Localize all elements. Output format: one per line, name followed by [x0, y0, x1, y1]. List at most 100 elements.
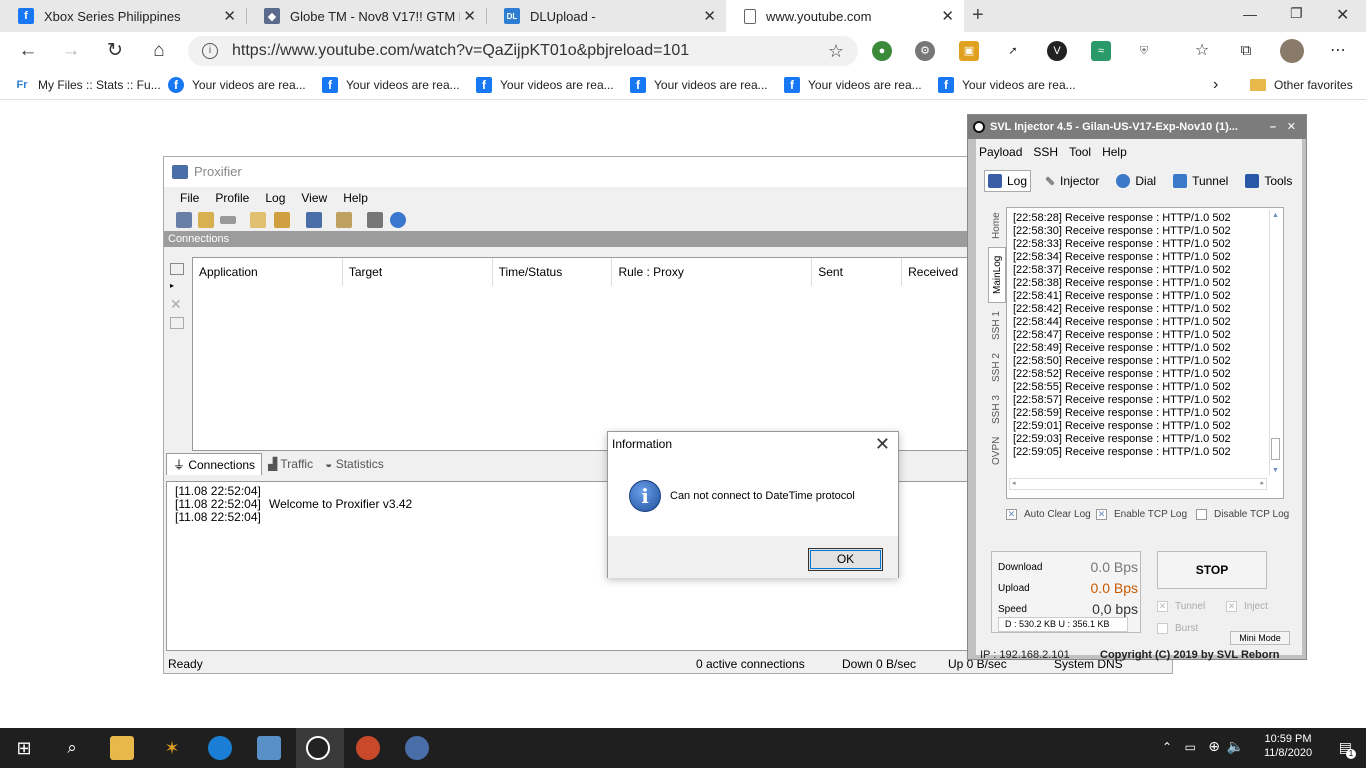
extension-gear-icon[interactable]: ⚙ — [915, 41, 935, 61]
tab-connections[interactable]: ⏚ Connections — [166, 453, 263, 475]
tab-log[interactable]: Log — [984, 170, 1032, 192]
favorite-star-icon[interactable]: ☆ — [828, 36, 844, 66]
minimize-button[interactable]: – — [1270, 115, 1276, 139]
favorites-icon[interactable]: ☆ — [1192, 41, 1212, 61]
vtab-mainlog[interactable]: MainLog — [988, 247, 1006, 303]
tab-tunnel[interactable]: Tunnel — [1170, 170, 1231, 192]
close-connection-icon[interactable]: ✕ — [170, 296, 188, 313]
url-field[interactable]: i https://www.youtube.com/watch?v=QaZijp… — [188, 36, 858, 66]
open-profile-icon[interactable] — [274, 212, 290, 228]
close-icon[interactable]: ✕ — [875, 432, 890, 456]
back-button[interactable]: ← — [17, 40, 39, 62]
list-icon[interactable] — [170, 263, 184, 275]
svl-log-panel[interactable]: [22:58:28] Receive response : HTTP/1.0 5… — [1006, 207, 1284, 499]
inject-checkbox[interactable]: ✕ Inject — [1226, 601, 1268, 612]
extension-tool-icon[interactable]: ▣ — [959, 41, 979, 61]
bookmark-item[interactable]: Fr My Files :: Stats :: Fu... — [14, 75, 161, 95]
proxifier-taskbar-icon[interactable] — [405, 736, 429, 760]
scroll-thumb[interactable] — [1271, 438, 1280, 460]
name-resolution-icon[interactable] — [220, 216, 236, 224]
refresh-button[interactable]: ↻ — [104, 40, 126, 62]
vtab-ssh1[interactable]: SSH 1 — [988, 307, 1006, 345]
vtab-ssh3[interactable]: SSH 3 — [988, 391, 1006, 429]
tab-injector[interactable]: Injector — [1042, 170, 1102, 192]
windows-start-icon[interactable]: ⊞ — [12, 736, 36, 760]
bookmark-item[interactable]: f Your videos are rea... — [168, 75, 306, 95]
tab-dlupload[interactable]: DL DLUpload - ✕ — [486, 0, 726, 32]
column-time-status[interactable]: Time/Status — [493, 258, 613, 286]
proxy-servers-icon[interactable] — [176, 212, 192, 228]
chevron-right-icon[interactable]: › — [1213, 75, 1218, 95]
extension-wave-icon[interactable]: ≈ — [1091, 41, 1111, 61]
app-window-icon[interactable] — [257, 736, 281, 760]
horizontal-scrollbar[interactable]: ◂ ▸ — [1009, 478, 1267, 490]
column-sent[interactable]: Sent — [812, 258, 903, 286]
minimize-button[interactable]: — — [1243, 6, 1257, 22]
ok-button[interactable]: OK — [808, 548, 883, 571]
extension-globe-icon[interactable]: ● — [872, 41, 892, 61]
bookmark-item[interactable]: f Your videos are rea... — [476, 75, 614, 95]
menu-tool[interactable]: Tool — [1069, 145, 1091, 159]
svl-injector-taskbar-icon[interactable] — [306, 736, 330, 760]
arrow-icon[interactable]: ▸ — [170, 281, 188, 290]
restore-button[interactable]: ❐ — [1290, 5, 1303, 22]
chevron-up-icon[interactable]: ⌃ — [1162, 740, 1172, 754]
menu-log[interactable]: Log — [265, 191, 285, 205]
help-icon[interactable] — [390, 212, 406, 228]
mini-mode-button[interactable]: Mini Mode — [1230, 631, 1290, 645]
bookmark-item[interactable]: f Your videos are rea... — [938, 75, 1076, 95]
stop-button[interactable]: STOP — [1157, 551, 1267, 589]
new-profile-icon[interactable] — [250, 212, 266, 228]
tunnel-checkbox[interactable]: ✕ Tunnel — [1157, 601, 1205, 612]
menu-view[interactable]: View — [301, 191, 327, 205]
menu-help[interactable]: Help — [343, 191, 368, 205]
more-menu-icon[interactable]: ⋯ — [1328, 41, 1348, 61]
battery-icon[interactable]: ▭ — [1185, 740, 1196, 754]
export-icon[interactable] — [336, 212, 352, 228]
tab-xbox[interactable]: f Xbox Series Philippines ✕ — [0, 0, 246, 32]
close-icon[interactable]: ✕ — [703, 7, 716, 25]
close-icon[interactable]: ✕ — [463, 7, 476, 25]
search-icon[interactable]: ⌕ — [60, 736, 84, 760]
close-icon[interactable]: ✕ — [941, 7, 954, 25]
tab-globe[interactable]: ◆ Globe TM - Nov8 V17!! GTM No ✕ — [246, 0, 486, 32]
print-icon[interactable] — [367, 212, 383, 228]
profile-avatar[interactable] — [1280, 39, 1304, 63]
info-icon[interactable]: i — [202, 43, 218, 59]
column-rule-proxy[interactable]: Rule : Proxy — [612, 258, 813, 286]
network-globe-icon[interactable]: ⊕ — [1208, 738, 1220, 755]
bookmark-item[interactable]: f Your videos are rea... — [630, 75, 768, 95]
other-favorites[interactable]: Other favorites — [1250, 75, 1353, 95]
vtab-ovpn[interactable]: OVPN — [988, 433, 1006, 469]
app-chart-icon[interactable] — [356, 736, 380, 760]
connections-table[interactable]: Application Target Time/Status Rule : Pr… — [192, 257, 992, 451]
close-window-button[interactable]: ✕ — [1336, 5, 1349, 25]
menu-ssh[interactable]: SSH — [1033, 145, 1058, 159]
tab-dial[interactable]: Dial — [1113, 170, 1159, 192]
save-icon[interactable] — [306, 212, 322, 228]
clock[interactable]: 10:59 PM 11/8/2020 — [1256, 733, 1320, 759]
tab-tools[interactable]: Tools — [1242, 170, 1295, 192]
vtab-home[interactable]: Home — [988, 209, 1006, 243]
new-tab-button[interactable]: + — [972, 4, 984, 27]
extension-cursor-icon[interactable]: ➚ — [1003, 41, 1023, 61]
column-application[interactable]: Application — [193, 258, 343, 286]
file-explorer-icon[interactable] — [110, 736, 134, 760]
edge-browser-icon[interactable] — [208, 736, 232, 760]
vertical-scrollbar[interactable]: ▲ ▼ — [1269, 210, 1281, 476]
enable-tcp-log-checkbox[interactable]: ✕ Enable TCP Log — [1096, 509, 1187, 520]
auto-clear-log-checkbox[interactable]: ✕ Auto Clear Log — [1006, 509, 1091, 520]
rules-icon[interactable] — [198, 212, 214, 228]
menu-help[interactable]: Help — [1102, 145, 1127, 159]
close-window-button[interactable]: ✕ — [1287, 115, 1296, 139]
extension-v-icon[interactable]: V — [1047, 41, 1067, 61]
home-button[interactable]: ⌂ — [148, 40, 170, 62]
volume-icon[interactable]: 🔈 — [1227, 738, 1244, 755]
bookmark-item[interactable]: f Your videos are rea... — [322, 75, 460, 95]
menu-profile[interactable]: Profile — [215, 191, 249, 205]
forward-button[interactable]: → — [60, 40, 82, 62]
vtab-ssh2[interactable]: SSH 2 — [988, 349, 1006, 387]
bookmark-item[interactable]: f Your videos are rea... — [784, 75, 922, 95]
close-icon[interactable]: ✕ — [223, 7, 236, 25]
extension-shield-icon[interactable]: ⛨ — [1134, 41, 1154, 61]
